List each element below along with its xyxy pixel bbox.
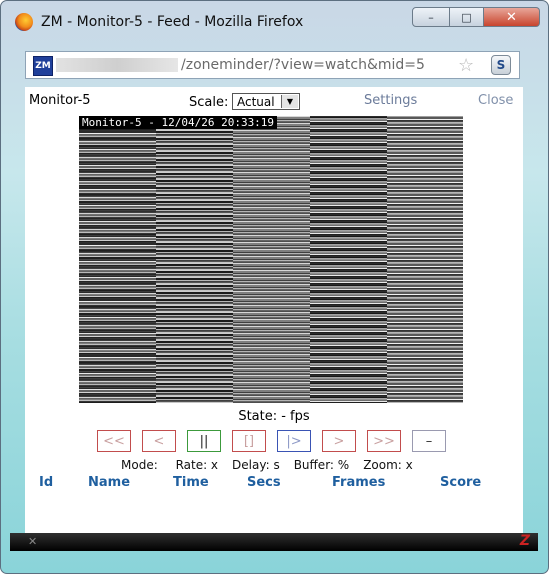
play-button[interactable]: |>	[277, 430, 311, 452]
firefox-icon	[15, 13, 33, 31]
window-title: ZM - Monitor-5 - Feed - Mozilla Firefox	[41, 14, 304, 30]
col-id[interactable]: Id	[39, 475, 53, 490]
browser-statusbar: ✕ Z	[10, 533, 538, 551]
feed-noise	[233, 116, 310, 403]
title-bar[interactable]: ZM - Monitor-5 - Feed - Mozilla Firefox …	[1, 1, 549, 41]
page-content: Monitor-5 Scale: Actual ▼ Settings Close…	[25, 87, 523, 533]
col-score[interactable]: Score	[440, 475, 481, 490]
scale-label: Scale:	[189, 95, 229, 110]
pause-button[interactable]: ||	[187, 430, 221, 452]
slow-rewind-button[interactable]: <	[142, 430, 176, 452]
window-controls: – □ ✕	[412, 7, 540, 27]
bookmark-star-icon[interactable]: ☆	[458, 55, 474, 76]
zoom-out-button[interactable]: –	[412, 430, 446, 452]
buffer-status: Buffer: %	[293, 458, 350, 472]
url-text[interactable]: /zoneminder/?view=watch&mid=5	[181, 57, 425, 73]
addon-s-button[interactable]: S	[491, 55, 511, 75]
scale-value: Actual	[237, 95, 275, 109]
close-icon[interactable]: ✕	[28, 535, 37, 548]
settings-link[interactable]: Settings	[364, 93, 417, 108]
mode-status: Mode:	[121, 458, 162, 472]
zoom-status: Zoom: x	[363, 458, 413, 472]
fast-forward-button[interactable]: >>	[367, 430, 401, 452]
scale-select[interactable]: Actual ▼	[232, 93, 300, 110]
zotero-icon[interactable]: Z	[520, 533, 530, 549]
feed-noise	[79, 116, 156, 403]
maximize-button[interactable]: □	[450, 7, 484, 27]
playback-controls: << < || [] |> > >> –	[97, 430, 457, 452]
monitor-name: Monitor-5	[29, 93, 91, 108]
slow-forward-button[interactable]: >	[322, 430, 356, 452]
fast-rewind-button[interactable]: <<	[97, 430, 131, 452]
site-favicon: ZM	[33, 56, 53, 76]
stream-state: State: - fps	[238, 409, 310, 424]
minimize-button[interactable]: –	[412, 7, 450, 27]
stream-status: Mode: Rate: x Delay: s Buffer: % Zoom: x	[121, 458, 413, 472]
col-secs[interactable]: Secs	[247, 475, 281, 490]
col-name[interactable]: Name	[88, 475, 130, 490]
browser-window: ZM - Monitor-5 - Feed - Mozilla Firefox …	[0, 0, 549, 574]
feed-noise	[310, 116, 387, 403]
feed-noise	[156, 116, 233, 403]
feed-noise	[387, 116, 463, 403]
stop-button[interactable]: []	[232, 430, 266, 452]
chevron-down-icon[interactable]: ▼	[281, 95, 298, 108]
delay-status: Delay: s	[232, 458, 280, 472]
address-bar[interactable]: ZM /zoneminder/?view=watch&mid=5 ☆ S	[25, 51, 520, 79]
redacted-host	[56, 58, 178, 72]
close-link[interactable]: Close	[478, 93, 513, 108]
col-time[interactable]: Time	[173, 475, 209, 490]
feed-timestamp: Monitor-5 - 12/04/26 20:33:19	[79, 116, 278, 129]
col-frames[interactable]: Frames	[332, 475, 385, 490]
rate-status: Rate: x	[175, 458, 219, 472]
camera-feed: Monitor-5 - 12/04/26 20:33:19	[79, 116, 463, 403]
close-window-button[interactable]: ✕	[484, 7, 540, 27]
